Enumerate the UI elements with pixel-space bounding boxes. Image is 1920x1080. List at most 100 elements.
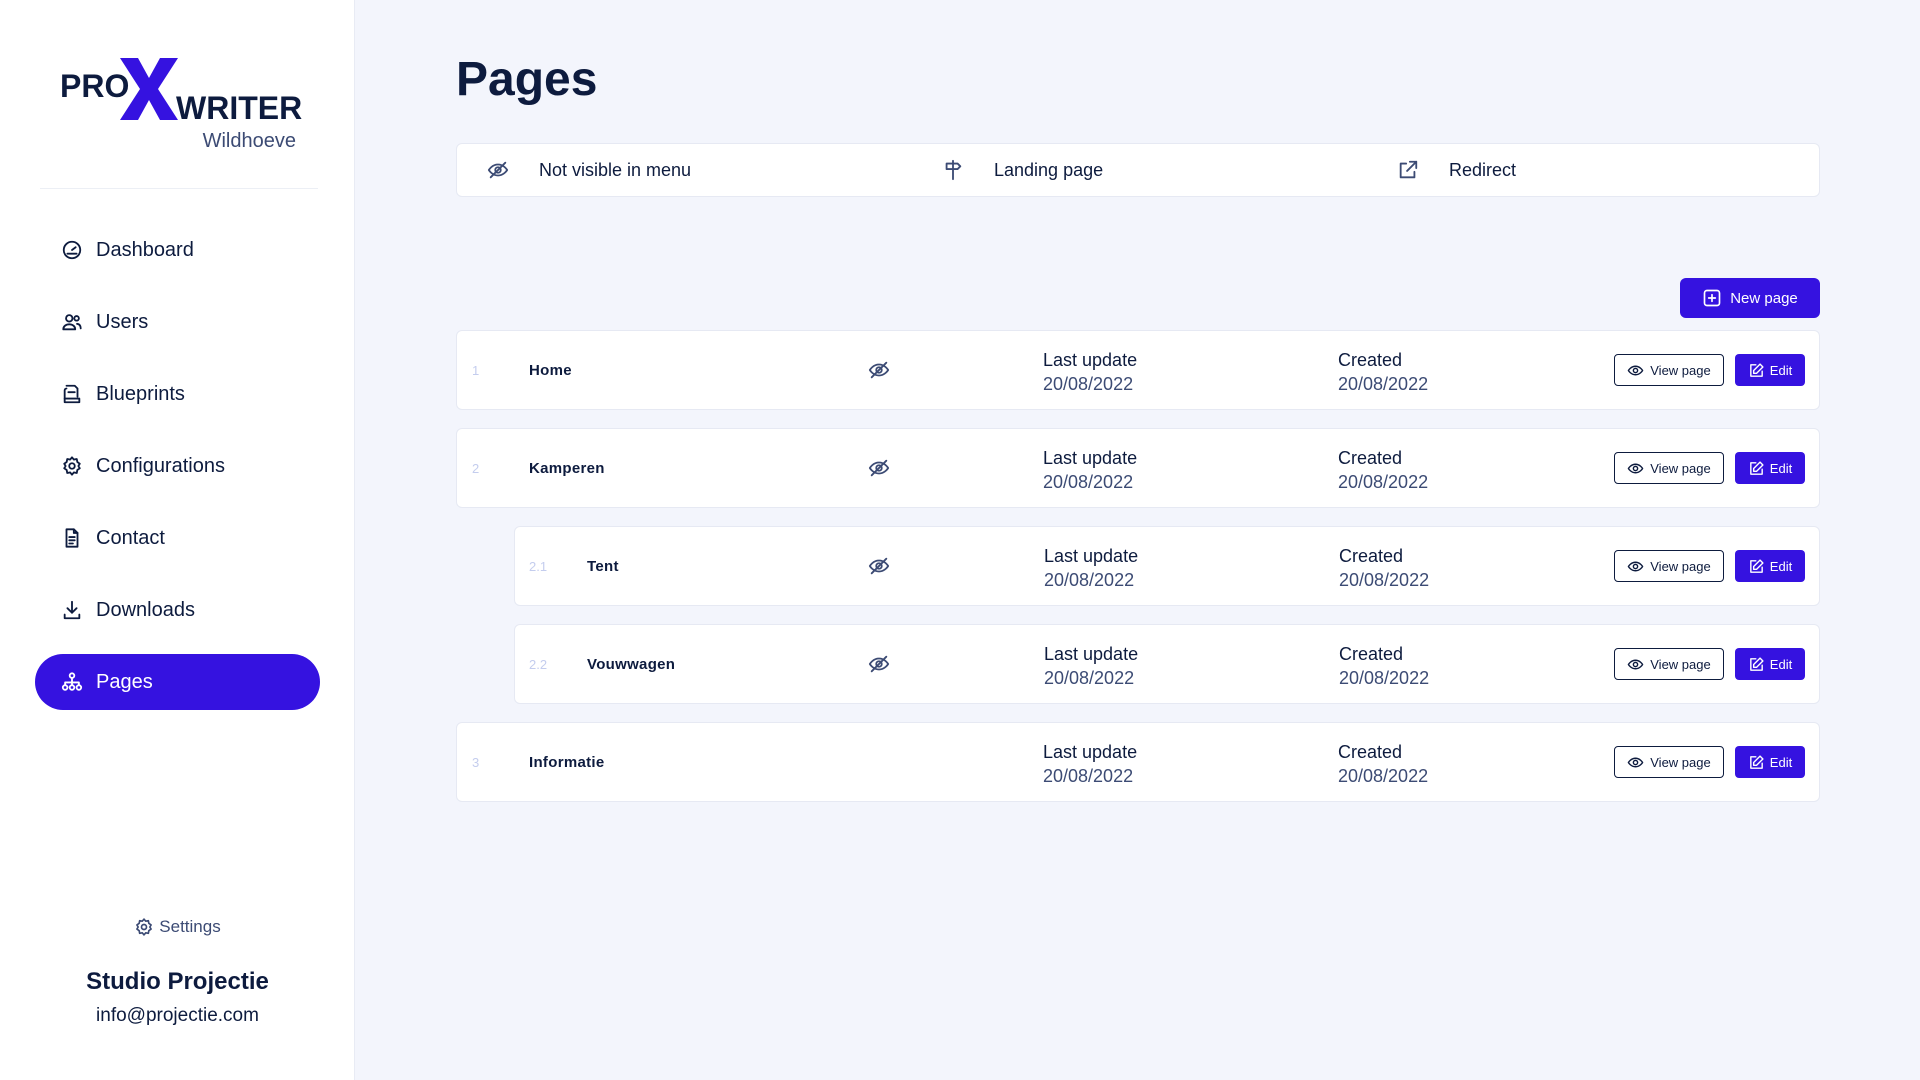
divider [40, 188, 318, 189]
dashboard-icon [62, 240, 82, 260]
eye-icon [1627, 659, 1644, 669]
created: Created 20/08/2022 [1339, 544, 1429, 592]
sidebar-item-label: Contact [96, 526, 165, 549]
site-name: Wildhoeve [202, 130, 296, 152]
edit-button[interactable]: Edit [1735, 452, 1805, 484]
page-name: Home [529, 361, 572, 379]
last-update-date: 20/08/2022 [1043, 374, 1134, 394]
created-date: 20/08/2022 [1338, 472, 1429, 492]
plus-square-icon [1703, 289, 1721, 307]
edit-icon [1749, 656, 1764, 671]
edit-label: Edit [1769, 656, 1793, 672]
document-icon [65, 528, 79, 548]
sidebar-item-label: Configurations [96, 454, 225, 477]
page-name: Tent [587, 557, 619, 575]
view-page-label: View page [1650, 754, 1711, 770]
eye-off-icon [487, 161, 509, 179]
view-page-label: View page [1650, 558, 1711, 574]
users-icon [62, 314, 82, 331]
eye-icon [1627, 365, 1644, 375]
sidebar-item-pages[interactable]: Pages [35, 654, 320, 710]
last-update-date: 20/08/2022 [1044, 570, 1135, 590]
view-page-label: View page [1650, 362, 1711, 378]
last-update-date: 20/08/2022 [1043, 766, 1134, 786]
sidebar-item-label: Dashboard [96, 238, 194, 261]
eye-off-icon [868, 655, 890, 673]
view-page-button[interactable]: View page [1614, 452, 1724, 484]
settings-link[interactable]: Settings [0, 917, 355, 937]
page-number: 1 [472, 362, 480, 378]
table-row: 3 Informatie Last update 20/08/2022 Crea… [456, 722, 1820, 802]
view-page-button[interactable]: View page [1614, 746, 1724, 778]
page-number: 2.2 [529, 656, 548, 672]
eye-icon [1627, 561, 1644, 571]
sidebar-item-downloads[interactable]: Downloads [35, 582, 320, 638]
created: Created 20/08/2022 [1338, 446, 1428, 494]
page-number: 2.1 [529, 558, 548, 574]
company-name: Studio Projectie [86, 968, 269, 995]
edit-button[interactable]: Edit [1735, 648, 1805, 680]
eye-off-icon [868, 361, 890, 379]
view-page-label: View page [1650, 460, 1711, 476]
edit-icon [1749, 362, 1764, 377]
settings-label: Settings [159, 917, 221, 936]
created-label: Created [1339, 546, 1404, 566]
legend-item-not-visible: Not visible in menu [487, 144, 691, 196]
last-update: Last update 20/08/2022 [1044, 642, 1138, 690]
last-update: Last update 20/08/2022 [1043, 348, 1137, 396]
last-update-label: Last update [1043, 742, 1138, 762]
edit-button[interactable]: Edit [1735, 746, 1805, 778]
legend-label: Redirect [1449, 159, 1517, 180]
created-label: Created [1338, 448, 1403, 468]
created-date: 20/08/2022 [1339, 570, 1430, 590]
legend-item-redirect: Redirect [1397, 144, 1516, 196]
page-number: 2 [472, 460, 480, 476]
edit-label: Edit [1769, 558, 1793, 574]
company-email: info@projectie.com [96, 1005, 259, 1026]
view-page-button[interactable]: View page [1614, 550, 1724, 582]
edit-label: Edit [1769, 754, 1793, 770]
created-label: Created [1338, 742, 1403, 762]
page-name: Vouwwagen [587, 655, 676, 673]
sidebar-item-users[interactable]: Users [35, 294, 320, 350]
logo[interactable]: PRO WRITER Wildhoeve [60, 58, 302, 158]
sidebar-item-label: Blueprints [96, 382, 185, 405]
created: Created 20/08/2022 [1338, 740, 1428, 788]
last-update-label: Last update [1043, 350, 1138, 370]
page-number: 3 [472, 754, 480, 770]
new-page-button[interactable]: New page [1680, 278, 1820, 318]
edit-label: Edit [1769, 362, 1793, 378]
sidebar-item-contact[interactable]: Contact [35, 510, 320, 566]
last-update-date: 20/08/2022 [1044, 668, 1135, 688]
last-update: Last update 20/08/2022 [1043, 740, 1137, 788]
legend-bar: Not visible in menu Landing page Redirec… [456, 143, 1820, 197]
signpost-icon [945, 159, 962, 181]
blueprints-icon [63, 384, 81, 404]
view-page-button[interactable]: View page [1614, 648, 1724, 680]
page-title: Pages [456, 53, 598, 106]
gear-icon [136, 918, 153, 936]
last-update: Last update 20/08/2022 [1044, 544, 1138, 592]
legend-label: Not visible in menu [539, 159, 692, 180]
created-date: 20/08/2022 [1338, 374, 1429, 394]
edit-icon [1749, 558, 1764, 573]
created: Created 20/08/2022 [1339, 642, 1429, 690]
sidebar-item-configurations[interactable]: Configurations [35, 438, 320, 494]
page-name: Kamperen [529, 459, 605, 477]
sidebar-item-dashboard[interactable]: Dashboard [35, 222, 320, 278]
view-page-button[interactable]: View page [1614, 354, 1724, 386]
eye-icon [1627, 757, 1644, 767]
sidebar-item-blueprints[interactable]: Blueprints [35, 366, 320, 422]
edit-button[interactable]: Edit [1735, 550, 1805, 582]
page-name: Informatie [529, 753, 605, 771]
created-date: 20/08/2022 [1338, 766, 1429, 786]
table-row: 2.1 Tent Last update 20/08/2022 Created … [514, 526, 1820, 606]
edit-button[interactable]: Edit [1735, 354, 1805, 386]
edit-icon [1749, 460, 1764, 475]
last-update: Last update 20/08/2022 [1043, 446, 1137, 494]
created-label: Created [1338, 350, 1403, 370]
table-row: 2 Kamperen Last update 20/08/2022 Create… [456, 428, 1820, 508]
sidebar-item-label: Downloads [96, 598, 195, 621]
legend-label: Landing page [994, 159, 1104, 180]
last-update-label: Last update [1044, 546, 1139, 566]
